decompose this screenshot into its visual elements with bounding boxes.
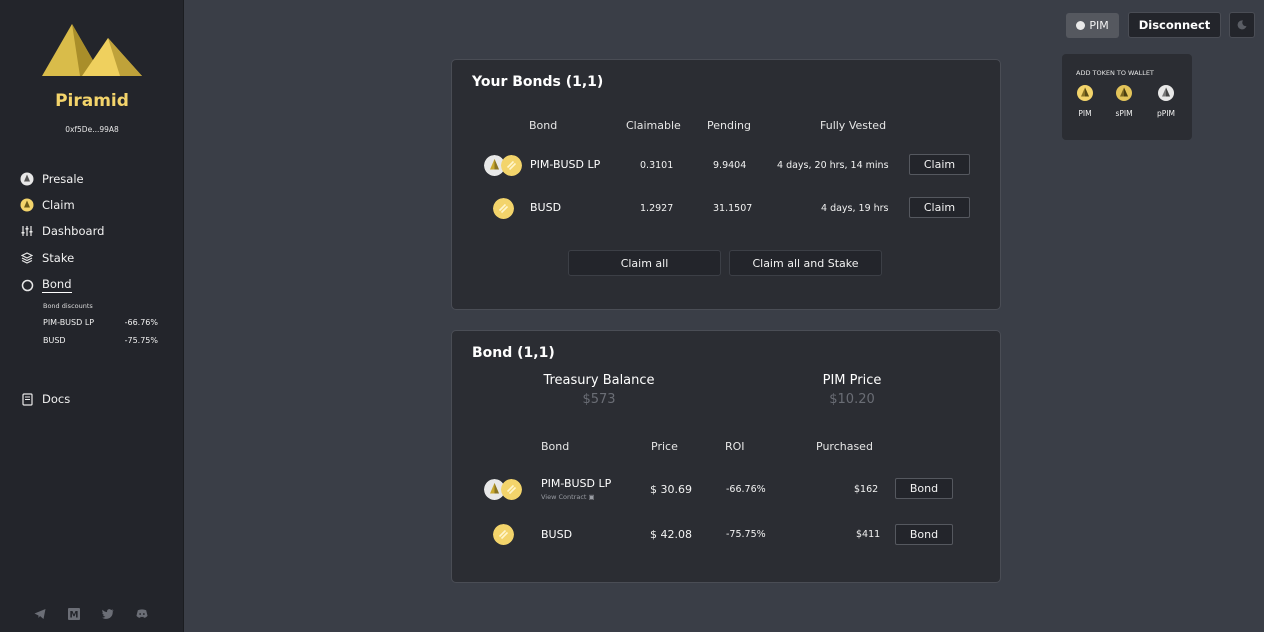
column-header: Bond [541,440,570,453]
bond-card: Bond (1,1) Treasury Balance $573 PIM Pri… [451,330,1001,583]
vested-value: 4 days, 19 hrs [821,203,889,214]
social-links: M [34,608,148,620]
your-bonds-card: Your Bonds (1,1) Bond Claimable Pending … [451,59,1001,310]
busd-icon [493,198,514,219]
pim-price-label: PIM Price [822,373,882,388]
claim-button[interactable]: Claim [909,154,970,175]
claim-all-and-stake-button[interactable]: Claim all and Stake [729,250,882,276]
discount-value: -75.75% [124,336,158,345]
pim-token-label: PIM [1089,19,1109,32]
nav-label-docs: Docs [42,392,71,406]
dashboard-icon [20,224,34,238]
stake-icon [20,251,34,265]
ppim-coin-icon [1158,85,1174,101]
bond-button[interactable]: Bond [895,478,953,499]
wallet-address[interactable]: 0xf5De...99A8 [0,125,184,134]
column-header: ROI [725,440,745,453]
twitter-icon[interactable] [102,608,114,620]
disconnect-button[interactable]: Disconnect [1128,12,1221,38]
pim-token-icon [1076,21,1086,30]
pim-busd-lp-icon [484,155,524,177]
bond-price: $ 30.69 [650,483,692,496]
discount-name: PIM-BUSD LP [43,318,95,327]
bond-name: BUSD [530,201,562,214]
pim-coin-icon [1077,85,1093,101]
external-link-icon: ▣ [588,493,595,501]
telegram-icon[interactable] [34,608,46,620]
discount-value: -66.76% [124,318,158,327]
sidebar: Piramid 0xf5De...99A8 Presale Claim Dash… [0,0,184,632]
column-header: Pending [707,119,751,132]
claimable-value: 0.3101 [640,160,674,171]
piramid-logo[interactable] [42,24,142,76]
pending-value: 9.9404 [713,160,747,171]
nav-item-stake[interactable]: Stake [20,249,74,267]
pending-value: 31.1507 [713,203,753,214]
nav-label-bond: Bond [42,277,72,293]
nav-item-docs[interactable]: Docs [20,390,70,408]
pim-token-button[interactable]: PIM [1066,13,1119,38]
claim-icon [20,198,34,212]
nav-item-dashboard[interactable]: Dashboard [20,222,104,240]
view-contract-label: View Contract [541,493,587,501]
pim-price-value: $10.20 [829,392,875,407]
add-token-label: PIM [1078,109,1092,118]
bond-roi: -75.75% [726,529,766,540]
bond-name: PIM-BUSD LP [541,477,612,490]
column-header: Price [651,440,678,453]
moon-icon [1237,20,1247,30]
column-header: Purchased [816,440,873,453]
bond-button[interactable]: Bond [895,524,953,545]
bond-purchased: $162 [854,484,879,495]
add-token-label: sPIM [1115,109,1133,118]
discount-name: BUSD [43,336,66,345]
busd-icon [493,524,514,545]
claim-button[interactable]: Claim [909,197,970,218]
your-bonds-title: Your Bonds (1,1) [472,74,604,90]
presale-icon [20,172,34,186]
add-token-spim[interactable]: sPIM [1109,85,1139,118]
bond-price: $ 42.08 [650,528,692,541]
nav-label-claim: Claim [42,198,75,212]
nav-item-bond[interactable]: Bond [20,276,72,294]
bond-roi: -66.76% [726,484,766,495]
docs-icon [20,392,34,406]
bond-name: PIM-BUSD LP [530,158,601,171]
discount-row[interactable]: PIM-BUSD LP -66.76% [43,318,158,327]
add-token-title: ADD TOKEN TO WALLET [1076,69,1154,77]
treasury-balance-label: Treasury Balance [543,373,655,388]
theme-toggle-button[interactable] [1229,12,1255,38]
column-header: Fully Vested [820,119,887,132]
bond-icon [20,278,34,292]
add-token-ppim[interactable]: pPIM [1151,85,1181,118]
add-token-pim[interactable]: PIM [1070,85,1100,118]
brand-name: Piramid [55,91,129,111]
nav-item-presale[interactable]: Presale [20,170,84,188]
nav-label-presale: Presale [42,172,84,186]
column-header: Claimable [626,119,681,132]
nav-item-claim[interactable]: Claim [20,196,75,214]
view-contract-link[interactable]: View Contract ▣ [541,493,595,501]
spim-coin-icon [1116,85,1132,101]
claim-all-button[interactable]: Claim all [568,250,721,276]
nav-label-dashboard: Dashboard [42,224,105,238]
bond-title: Bond (1,1) [472,345,555,361]
svg-text:M: M [70,611,79,621]
vested-value: 4 days, 20 hrs, 14 mins [777,160,889,171]
medium-icon[interactable]: M [68,608,80,620]
treasury-balance-value: $573 [582,392,616,407]
column-header: Bond [529,119,558,132]
add-token-label: pPIM [1157,109,1175,118]
bond-name: BUSD [541,528,573,541]
pim-busd-lp-icon [484,479,524,501]
bond-discounts-title: Bond discounts [43,302,93,310]
claimable-value: 1.2927 [640,203,674,214]
discord-icon[interactable] [136,608,148,620]
discount-row[interactable]: BUSD -75.75% [43,336,158,345]
nav-label-stake: Stake [42,251,75,265]
add-token-popover: ADD TOKEN TO WALLET PIM sPIM pPIM [1062,54,1192,140]
bond-purchased: $411 [856,529,881,540]
